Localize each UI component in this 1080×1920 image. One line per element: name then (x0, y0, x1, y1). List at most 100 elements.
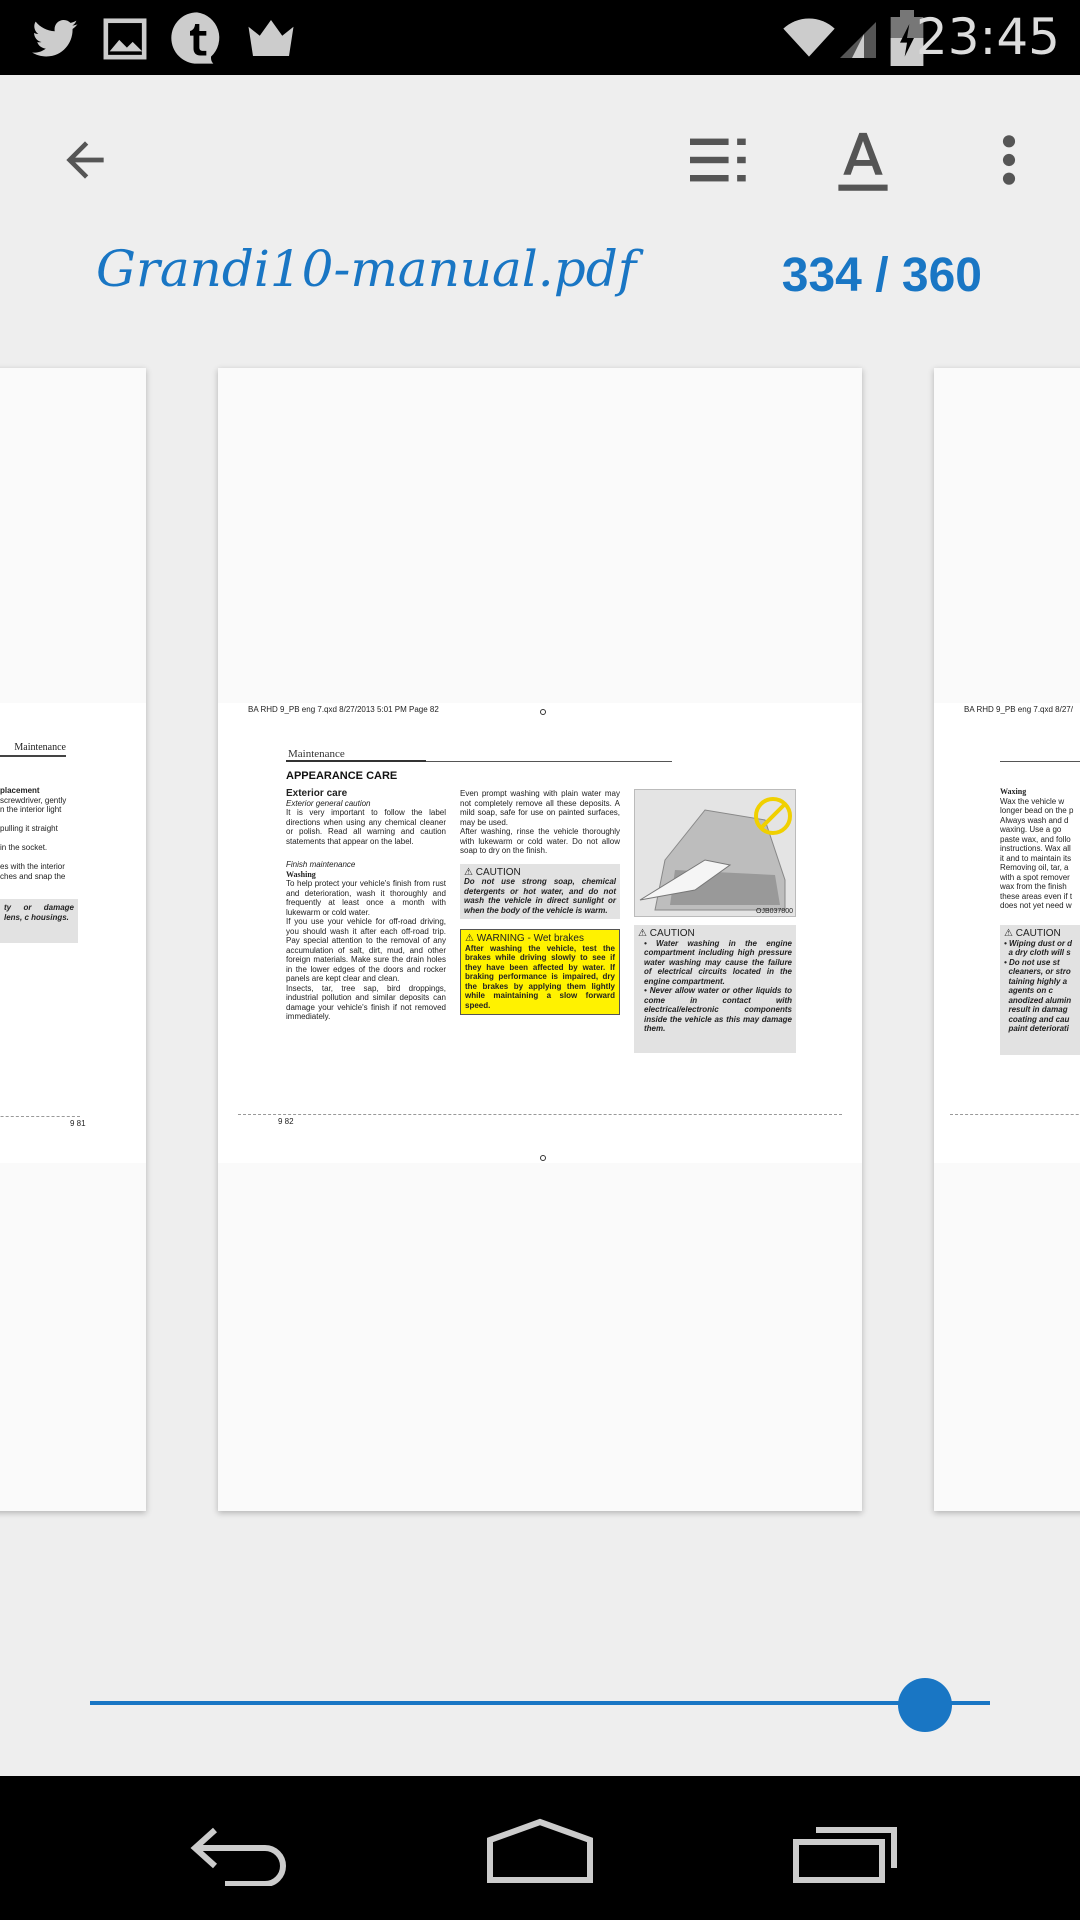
paragraph: To help protect your vehicle's finish fr… (286, 879, 446, 917)
bullet-text: Never allow water or other liquids to co… (644, 986, 792, 1033)
image-icon (102, 10, 148, 66)
warning-triangle-icon: ⚠ (465, 933, 474, 944)
nav-home-button[interactable] (475, 1806, 605, 1896)
current-page: 334 (781, 249, 862, 302)
page-slider-thumb[interactable] (898, 1678, 953, 1732)
text-line: waxing. Use a go (1000, 825, 1062, 834)
caution-box: ⚠ CAUTION • Water washing in the engine … (634, 925, 796, 1053)
text-line: Wiping dust or d (1009, 938, 1073, 948)
page-counter: 334 / 360 (782, 248, 982, 303)
clock: 23:45 (915, 8, 1060, 66)
bullet-text: Water washing in the engine compartment … (644, 938, 792, 986)
caution-box: ⚠ CAUTION • Wiping dust or d a dry cloth… (1000, 925, 1080, 1055)
text-line: paint deteriorati (1008, 1024, 1069, 1033)
column-2: Even prompt washing with plain water may… (460, 789, 620, 1015)
caution-title: ⚠ CAUTION (638, 929, 792, 939)
home-nav-icon (487, 1818, 593, 1883)
caution-title: ⚠ CAUTION (1004, 929, 1080, 939)
section-rule (0, 755, 66, 757)
page-slider-track[interactable] (90, 1701, 990, 1705)
status-bar: 23:45 (0, 0, 1080, 75)
warning-triangle-icon: ⚠ (638, 928, 647, 939)
page-separator: / (875, 249, 889, 302)
paragraph: Insects, tar, tree sap, bird droppings, … (286, 983, 446, 1022)
warning-title: ⚠ WARNING - Wet brakes (465, 934, 615, 944)
current-page-view[interactable]: BA RHD 9_PB eng 7.qxd 8/27/2013 5:01 PM … (218, 368, 862, 1511)
cell-signal-icon (836, 10, 876, 66)
section-rule (426, 761, 672, 762)
caution-title-text: CAUTION (475, 866, 521, 878)
image-code: OJB037800 (756, 908, 793, 915)
page-sheet: Maintenance placement screwdriver, gentl… (0, 703, 146, 1163)
crop-mark (540, 709, 546, 715)
text-line: screwdriver, gently (0, 795, 67, 805)
total-pages: 360 (901, 249, 982, 302)
nav-recents-button[interactable] (780, 1806, 910, 1896)
warning-triangle-icon: ⚠ (1004, 928, 1013, 939)
crop-mark (540, 1155, 546, 1161)
column-1: Exterior care Exterior general caution I… (286, 789, 446, 1022)
paragraph: If you use your vehicle for off-road dri… (286, 917, 446, 983)
footer-rule (950, 1114, 1080, 1115)
text-line: a dry cloth will s (1008, 948, 1071, 957)
reader-toolbar (0, 75, 1080, 245)
caution-text: Do not use strong soap, chemical deterge… (464, 877, 616, 915)
text-line: Removing oil, tar, a (1000, 863, 1069, 872)
wifi-icon (778, 10, 840, 66)
warning-text: After washing the vehicle, test the brak… (465, 943, 615, 1010)
nav-back-button[interactable] (175, 1806, 305, 1896)
text-line: anodized alumin (1008, 995, 1072, 1005)
section-label: Maintenance (288, 748, 345, 760)
twitter-icon (28, 10, 82, 66)
section-heading: placement (0, 786, 40, 795)
engine-washing-illustration: OJB037800 (634, 789, 796, 917)
back-button[interactable] (40, 115, 130, 205)
text-line: it and to maintain its (1000, 853, 1072, 863)
print-header: BA RHD 9_PB eng 7.qxd 8/27/2013 5:01 PM … (248, 705, 439, 714)
text-line: instructions. Wax all (1000, 844, 1071, 853)
footer-rule (238, 1114, 842, 1115)
section-rule-dark (286, 760, 426, 762)
text-format-button[interactable] (818, 115, 908, 205)
section-rule (1000, 761, 1080, 762)
page-footer: 9 81 (70, 1119, 86, 1128)
text-line: taining highly a (1008, 976, 1068, 986)
subheading-italic: Finish maintenance (286, 860, 356, 869)
crown-icon (244, 10, 298, 66)
text-line: does not yet need w (1000, 901, 1072, 910)
caution-title: ⚠ CAUTION (464, 866, 616, 878)
back-arrow-icon (66, 141, 104, 179)
caution-box: ⚠ CAUTION Do not use strong soap, chemic… (460, 863, 620, 919)
subheading: Washing (286, 869, 316, 879)
previous-page-thumbnail[interactable]: Maintenance placement screwdriver, gentl… (0, 368, 146, 1511)
section-heading: Waxing (1000, 787, 1027, 796)
document-title: Grandi10-manual.pdf (96, 240, 637, 298)
page-heading: APPEARANCE CARE (286, 770, 398, 782)
caution-box: ty or damage lens, c housings. (0, 899, 78, 943)
section-label: Maintenance (14, 742, 66, 753)
page-sheet: BA RHD 9_PB eng 7.qxd 8/27/2013 5:01 PM … (218, 703, 862, 1163)
text-line: in the socket. (0, 843, 48, 852)
table-of-contents-button[interactable] (675, 115, 765, 205)
caution-title-text: CAUTION (649, 928, 695, 939)
tumblr-icon (168, 10, 226, 66)
warning-triangle-icon: ⚠ (464, 866, 473, 878)
paragraph: Even prompt washing with plain water may… (460, 789, 620, 827)
toc-list-icon (690, 138, 746, 182)
text-line: Always wash and d (1000, 815, 1069, 825)
caution-title-text: CAUTION (1015, 928, 1061, 939)
text-line: n the interior light (0, 805, 62, 814)
text-line: result in damag (1008, 1005, 1068, 1014)
back-nav-icon (190, 1827, 286, 1886)
text-line: es with the interior (0, 862, 65, 871)
text-line: paste wax, and follo (1000, 834, 1071, 844)
subheading: Exterior care (286, 788, 348, 799)
text-line: Wax the vehicle w (1000, 796, 1065, 806)
text-line: cleaners, or stro (1008, 967, 1071, 976)
next-page-thumbnail[interactable]: BA RHD 9_PB eng 7.qxd 8/27/ Waxing Wax t… (934, 368, 1080, 1511)
caution-bullet: • Water washing in the engine compartmen… (644, 938, 792, 986)
text-line: these areas even if t (1000, 891, 1073, 901)
text-line: with a spot remover (1000, 872, 1070, 882)
paragraph: After washing, rinse the vehicle thoroug… (460, 827, 620, 855)
overflow-menu-button[interactable] (964, 115, 1054, 205)
